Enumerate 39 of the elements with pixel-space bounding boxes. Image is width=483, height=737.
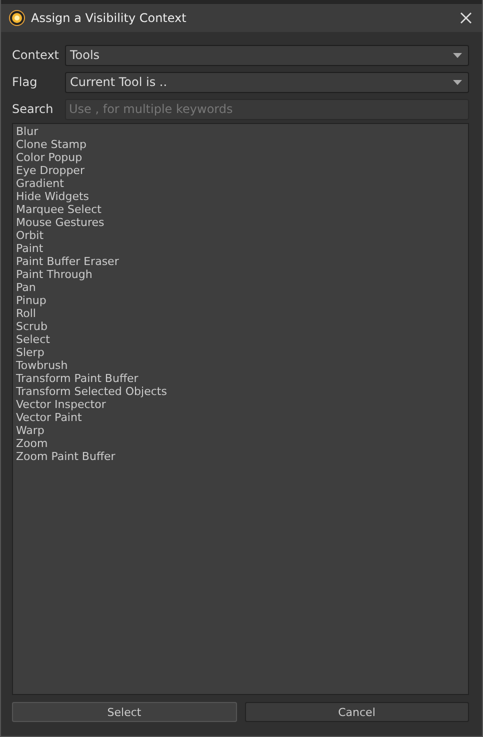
list-item[interactable]: Towbrush xyxy=(16,359,465,372)
list-item[interactable]: Color Popup xyxy=(16,151,465,164)
search-field[interactable]: Use , for multiple keywords xyxy=(65,98,469,120)
list-item[interactable]: Paint xyxy=(16,242,465,255)
list-item[interactable]: Scrub xyxy=(16,320,465,333)
app-logo-icon xyxy=(9,10,25,26)
list-item[interactable]: Hide Widgets xyxy=(16,190,465,203)
list-item[interactable]: Paint Through xyxy=(16,268,465,281)
list-item[interactable]: Warp xyxy=(16,424,465,437)
list-item[interactable]: Paint Buffer Eraser xyxy=(16,255,465,268)
list-item[interactable]: Roll xyxy=(16,307,465,320)
list-item[interactable]: Mouse Gestures xyxy=(16,216,465,229)
list-item[interactable]: Clone Stamp xyxy=(16,138,465,151)
list-item[interactable]: Marquee Select xyxy=(16,203,465,216)
field-label: Context xyxy=(12,48,60,62)
list-item[interactable]: Blur xyxy=(16,125,465,138)
list-item[interactable]: Pinup xyxy=(16,294,465,307)
dialog-button[interactable]: Cancel xyxy=(244,702,469,722)
list-item[interactable]: Slerp xyxy=(16,346,465,359)
list-item[interactable]: Vector Inspector xyxy=(16,398,465,411)
field-label: Search xyxy=(12,102,54,116)
list-item[interactable]: Vector Paint xyxy=(16,411,465,424)
dropdown[interactable]: Current Tool is .. xyxy=(65,72,469,92)
list-item[interactable]: Gradient xyxy=(16,177,465,190)
dropdown-arrow-icon xyxy=(453,52,462,58)
list-item[interactable]: Zoom xyxy=(16,437,465,450)
list-item[interactable]: Orbit xyxy=(16,229,465,242)
dialog-button[interactable]: Select xyxy=(12,702,236,722)
list-item[interactable]: Eye Dropper xyxy=(16,164,465,177)
list-item[interactable]: Transform Selected Objects xyxy=(16,385,465,398)
dropdown[interactable]: Tools xyxy=(65,44,469,66)
list-item[interactable]: Select xyxy=(16,333,465,346)
close-icon[interactable] xyxy=(460,12,472,24)
list-item[interactable]: Pan xyxy=(16,281,465,294)
window-title: Assign a Visibility Context xyxy=(31,11,188,25)
dropdown-arrow-icon xyxy=(453,80,462,84)
list-item[interactable]: Zoom Paint Buffer xyxy=(16,450,465,463)
list-item[interactable]: Transform Paint Buffer xyxy=(16,372,465,385)
field-label: Flag xyxy=(12,75,38,89)
